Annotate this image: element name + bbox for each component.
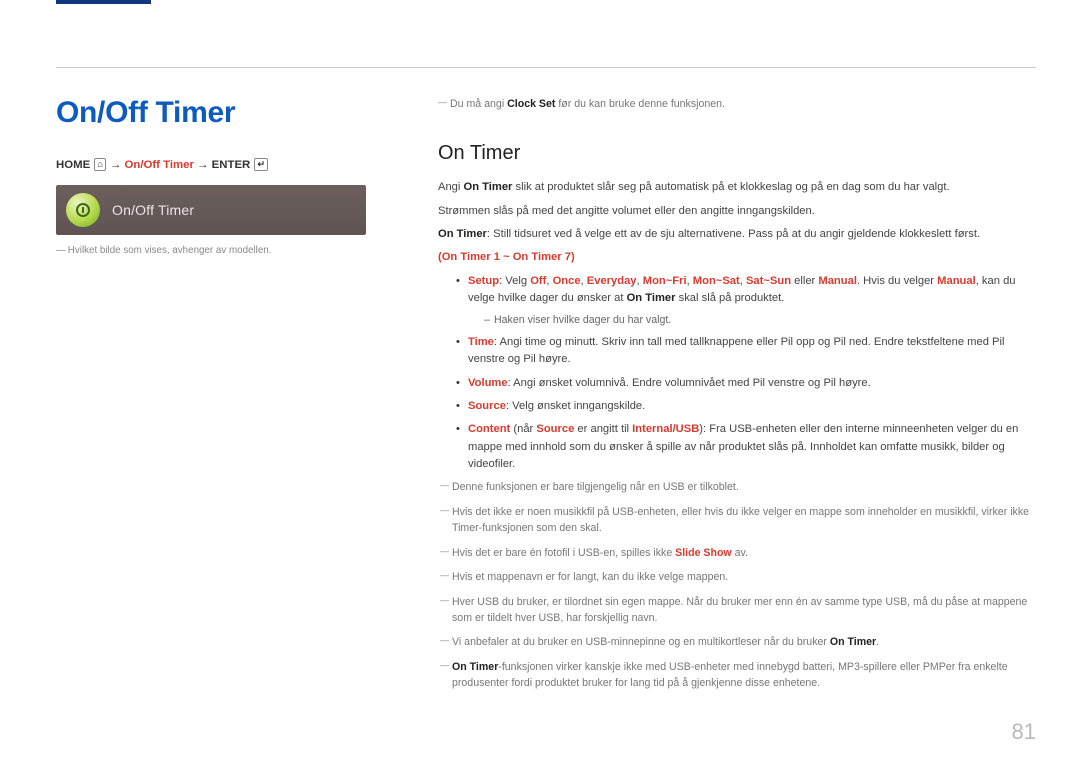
note-4: Hvis et mappenavn er for langt, kan du i…	[440, 569, 1036, 585]
intro-p3: On Timer: Still tidsuret ved å velge ett…	[438, 226, 1036, 243]
columns: On/Off Timer HOME ⌂ → On/Off Timer → ENT…	[56, 96, 1036, 700]
page-title: On/Off Timer	[56, 96, 386, 130]
intro-p2: Strømmen slås på med det angitte volumet…	[438, 203, 1036, 220]
intro-p1: Angi On Timer slik at produktet slår seg…	[438, 179, 1036, 196]
subnote-check: Haken viser hvilke dager du har valgt.	[484, 312, 1036, 328]
arrow-icon: →	[110, 159, 121, 171]
arrow-icon: →	[197, 159, 208, 171]
timer-icon	[66, 193, 100, 227]
note-1: Denne funksjonen er bare tilgjengelig nå…	[440, 479, 1036, 495]
note-3: Hvis det er bare én fotofil i USB-en, sp…	[440, 545, 1036, 561]
image-caption: ―Hvilket bilde som vises, avhenger av mo…	[56, 245, 386, 256]
preview-label: On/Off Timer	[112, 202, 194, 218]
right-column: Du må angi Clock Set før du kan bruke de…	[438, 96, 1036, 700]
enter-icon: ↵	[254, 158, 268, 171]
bullet-volume: Volume: Angi ønsket volumnivå. Endre vol…	[456, 375, 1036, 392]
top-rule	[56, 67, 1036, 68]
note-7: On Timer-funksjonen virker kanskje ikke …	[440, 659, 1036, 692]
breadcrumb-enter: ENTER	[212, 159, 251, 171]
bullet-source: Source: Velg ønsket inngangskilde.	[456, 398, 1036, 415]
menu-preview: On/Off Timer	[56, 185, 366, 235]
bullet-setup: Setup: Velg Off, Once, Everyday, Mon~Fri…	[456, 273, 1036, 328]
note-2: Hvis det ikke er noen musikkfil på USB-e…	[440, 504, 1036, 537]
bullet-time: Time: Angi time og minutt. Skriv inn tal…	[456, 334, 1036, 369]
note-6: Vi anbefaler at du bruker en USB-minnepi…	[440, 634, 1036, 650]
page: On/Off Timer HOME ⌂ → On/Off Timer → ENT…	[0, 0, 1080, 763]
section-subtitle: On Timer	[438, 138, 1036, 169]
range-label: (On Timer 1 ~ On Timer 7)	[438, 249, 1036, 266]
bullet-content: Content (når Source er angitt til Intern…	[456, 421, 1036, 473]
breadcrumb-feature: On/Off Timer	[125, 159, 194, 171]
breadcrumb: HOME ⌂ → On/Off Timer → ENTER ↵	[56, 158, 386, 171]
left-column: On/Off Timer HOME ⌂ → On/Off Timer → ENT…	[56, 96, 386, 700]
page-number: 81	[1012, 719, 1036, 745]
note-5: Hver USB du bruker, er tilordnet sin ege…	[440, 594, 1036, 627]
topnote: Du må angi Clock Set før du kan bruke de…	[438, 96, 1036, 112]
chapter-marker	[56, 0, 151, 4]
breadcrumb-home: HOME	[56, 159, 90, 171]
bullet-list: Setup: Velg Off, Once, Everyday, Mon~Fri…	[438, 273, 1036, 474]
notes-list: Denne funksjonen er bare tilgjengelig nå…	[438, 479, 1036, 691]
home-icon: ⌂	[94, 158, 105, 171]
